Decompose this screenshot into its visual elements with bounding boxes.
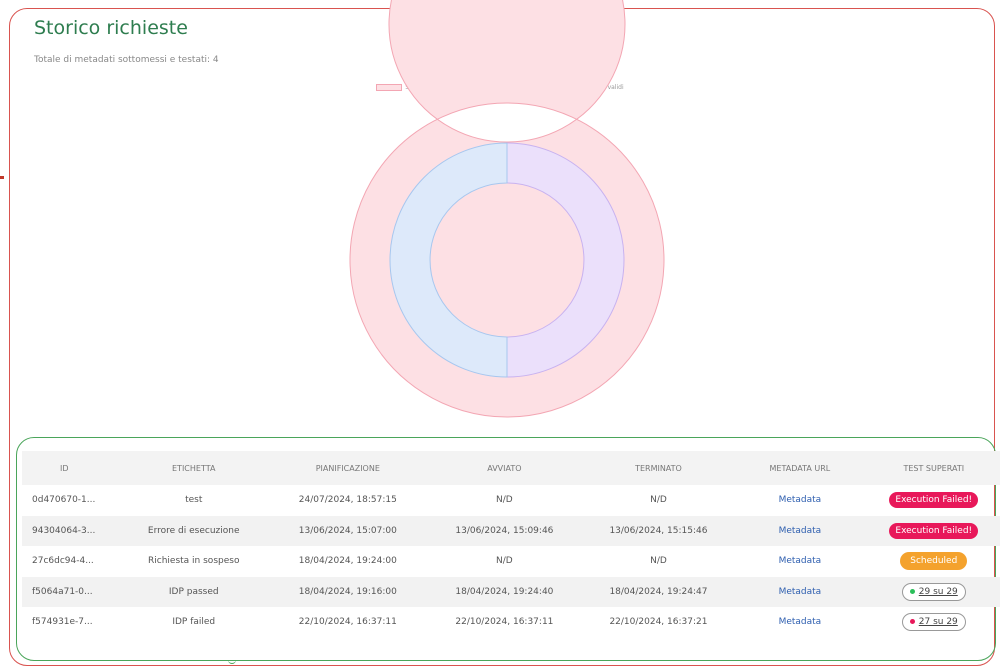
metadata-url-cell: Metadata: [734, 485, 865, 516]
tests-passed-cell: Execution Failed!: [865, 515, 1000, 546]
request-id: f5064a71-0...: [22, 576, 118, 607]
request-label: test: [185, 495, 203, 506]
scheduled-date: 18/04/2024, 19:24:00: [298, 556, 397, 567]
column-header-id[interactable]: ID: [22, 451, 118, 485]
started-date: N/D: [496, 495, 513, 506]
tests-passed-cell: Scheduled: [866, 546, 1000, 577]
request-label: Richiesta in sospeso: [148, 556, 240, 567]
table-header-row: ID ETICHETTA PIANIFICAZIONE AVVIATO TERM…: [22, 451, 1000, 485]
status-dot-icon: [909, 588, 915, 594]
table-row[interactable]: 94304064-3... Errore di esecuzione 13/06/2…: [22, 515, 1000, 546]
finished-date: N/D: [650, 556, 667, 567]
scheduled-date: 22/10/2024, 16:37:11: [298, 617, 397, 628]
scheduled-date: 24/07/2024, 18:57:15: [298, 495, 397, 506]
request-id: 27c6dc94-4...: [32, 556, 94, 567]
status-badge[interactable]: Scheduled: [900, 552, 968, 571]
request-label: IDP failed: [172, 617, 216, 628]
started-date: N/D: [496, 556, 513, 567]
metadata-link[interactable]: Metadata: [779, 526, 822, 536]
metadata-link[interactable]: Metadata: [779, 617, 822, 627]
metadata-link[interactable]: Metadata: [779, 587, 822, 597]
metadata-url-cell: Metadata: [734, 546, 865, 577]
finished-date: N/D: [650, 495, 667, 506]
request-id: 0d470670-1...: [32, 495, 96, 506]
request-label: Errore di esecuzione: [117, 515, 270, 546]
scheduled-date: 18/04/2024, 19:16:00: [269, 576, 427, 607]
column-header-scheduled[interactable]: PIANIFICAZIONE: [269, 451, 427, 485]
metadata-url-cell: Metadata: [734, 607, 865, 638]
finished-date: 22/10/2024, 16:37:21: [609, 617, 708, 628]
request-id: 94304064-3...: [22, 515, 118, 546]
started-date: 22/10/2024, 16:37:11: [455, 617, 554, 628]
request-label: IDP passed: [117, 576, 270, 607]
test-score-badge[interactable]: 27 su 29: [901, 613, 966, 632]
table-row[interactable]: 0d470670-1... test 24/07/2024, 18:57:15 N/D…: [22, 485, 1000, 516]
request-id: f574931e-7...: [32, 617, 93, 628]
table-row[interactable]: 27c6dc94-4... Richiesta in sospeso 18/04/2…: [22, 546, 1000, 577]
tests-passed-cell: 27 su 29: [866, 607, 1000, 638]
finished-date: 18/04/2024, 19:24:47: [582, 576, 735, 607]
status-badge[interactable]: Execution Failed!: [889, 522, 979, 539]
metadata-url-cell: Metadata: [734, 515, 866, 546]
column-header-label[interactable]: ETICHETTA: [117, 451, 270, 485]
scheduled-date: 13/06/2024, 15:07:00: [269, 515, 427, 546]
table-row[interactable]: f5064a71-0... IDP passed 18/04/2024, 19:16…: [22, 576, 1000, 607]
status-dot-icon: [909, 619, 915, 625]
started-date: 18/04/2024, 19:24:40: [426, 576, 583, 607]
test-score-text: 29 su 29: [918, 586, 958, 597]
finished-date: 13/06/2024, 15:15:46: [582, 515, 735, 546]
requests-table: ID ETICHETTA PIANIFICAZIONE AVVIATO TERM…: [22, 451, 1000, 638]
column-header-metadata-url[interactable]: METADATA URL: [734, 451, 866, 485]
column-header-tests-passed[interactable]: TEST SUPERATI: [865, 451, 1000, 485]
started-date: 13/06/2024, 15:09:46: [426, 515, 583, 546]
status-badge[interactable]: Execution Failed!: [889, 492, 979, 509]
metadata-url-cell: Metadata: [734, 576, 866, 607]
metadata-link[interactable]: Metadata: [779, 495, 822, 505]
table-row[interactable]: f574931e-7... IDP failed 22/10/2024, 16:37…: [22, 607, 1000, 638]
metadata-link[interactable]: Metadata: [779, 556, 822, 566]
test-score-badge[interactable]: 29 su 29: [901, 582, 966, 601]
column-header-finished[interactable]: TERMINATO: [582, 451, 735, 485]
tests-passed-cell: Execution Failed!: [866, 485, 1000, 516]
column-header-started[interactable]: AVVIATO: [426, 451, 583, 485]
tests-passed-cell: 29 su 29: [865, 576, 1000, 607]
test-score-text: 27 su 29: [918, 617, 958, 628]
